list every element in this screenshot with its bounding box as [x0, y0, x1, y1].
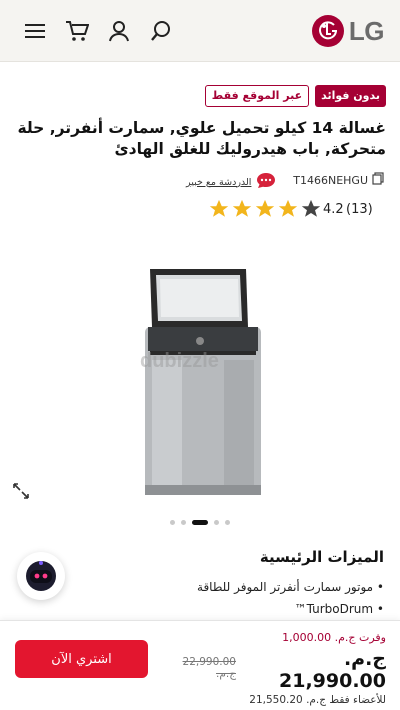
no-interest-badge: بدون فوائد [315, 85, 386, 107]
buy-now-button[interactable]: اشتري الآن [15, 640, 148, 678]
site-header: LG [0, 0, 400, 62]
model-number[interactable]: T1466NEHGU [293, 172, 384, 188]
model-text: T1466NEHGU [293, 173, 368, 187]
price-value: 21,990.00 [279, 670, 386, 692]
currency: ج.م. [343, 648, 386, 670]
star-icon [278, 199, 298, 217]
star-empty-icon [301, 199, 321, 217]
feature-item: • موتور سمارت أنفرتر الموفر للطاقة [197, 580, 384, 594]
star-icon [209, 199, 229, 217]
brand-name: LG [348, 15, 385, 46]
feature-text: موتور سمارت أنفرتر الموفر للطاقة [197, 580, 374, 594]
feature-text: TurboDrum™ [294, 602, 374, 616]
menu-icon[interactable] [22, 18, 48, 44]
dubizzle-watermark: dubizzle [140, 350, 219, 372]
chat-expert-label: الدردشة مع خبير [186, 176, 252, 188]
rating-stars [208, 198, 322, 220]
rating-value: 4.2 [323, 202, 344, 217]
expand-icon[interactable] [12, 482, 30, 504]
star-icon [232, 199, 252, 217]
price-block: وفرت ج.م. 1,000.00 ج.م. 21,990.00 22,990… [166, 631, 386, 706]
price-row: ج.م. 21,990.00 22,990.00 ج.م. [166, 648, 386, 692]
chatbot-icon [26, 561, 56, 591]
gallery-pagination [170, 520, 230, 525]
chat-expert-link[interactable]: الدردشة مع خبير [186, 172, 276, 192]
gallery-dot[interactable] [170, 520, 175, 525]
chat-bubble-icon [256, 172, 276, 192]
feature-item: • TurboDrum™ [294, 602, 384, 616]
lg-logo[interactable]: LG [311, 15, 385, 47]
cart-icon[interactable] [64, 18, 90, 44]
savings-text: وفرت ج.م. 1,000.00 [282, 631, 386, 644]
product-image[interactable] [0, 255, 400, 515]
product-meta: T1466NEHGU الدردشة مع خبير [0, 172, 400, 192]
product-title: غسالة 14 كيلو تحميل علوي, سمارت أنفرتر, … [17, 119, 386, 158]
user-icon[interactable] [106, 18, 132, 44]
copy-icon[interactable] [372, 172, 384, 188]
current-price: ج.م. 21,990.00 [244, 648, 386, 692]
online-only-badge: عبر الموقع فقط [204, 85, 310, 107]
gallery-dot[interactable] [225, 520, 230, 525]
search-icon[interactable] [148, 18, 174, 44]
members-price: للأعضاء فقط ج.م. 21,550.20 [249, 694, 386, 706]
lg-logo-mark [311, 15, 344, 47]
star-icon [255, 199, 275, 217]
gallery-dot[interactable] [214, 520, 219, 525]
purchase-bar: اشتري الآن وفرت ج.م. 1,000.00 ج.م. 21,99… [0, 620, 400, 710]
gallery-dot[interactable] [181, 520, 186, 525]
promo-badges: بدون فوائد عبر الموقع فقط [204, 85, 386, 107]
chatbot-button[interactable] [17, 552, 65, 600]
features-title: الميزات الرئيسية [259, 548, 384, 566]
old-price: 22,990.00 ج.م. [182, 656, 236, 680]
product-rating[interactable]: 4.2 (13) [0, 198, 400, 224]
rating-count: (13) [346, 202, 373, 217]
gallery-dot[interactable] [192, 520, 208, 525]
